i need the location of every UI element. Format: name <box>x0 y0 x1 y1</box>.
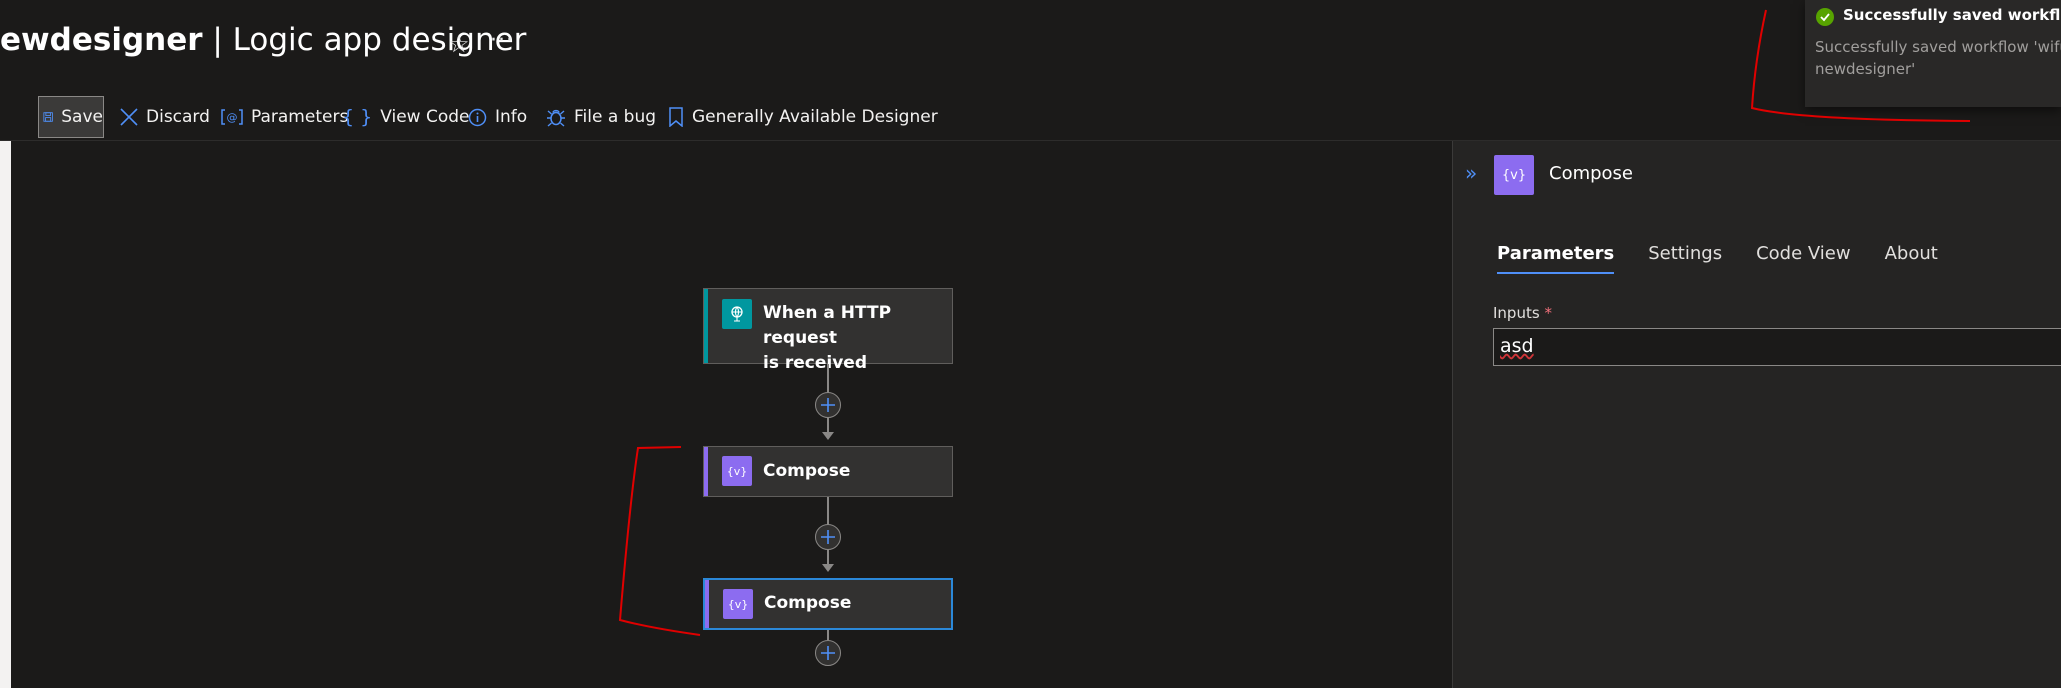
star-icon[interactable]: ☆ <box>448 30 470 58</box>
trigger-label-line1: When a HTTP request <box>763 303 892 348</box>
connector-arrow <box>822 564 834 572</box>
collapse-panel-icon[interactable]: » <box>1465 161 1477 185</box>
file-bug-button[interactable]: File a bug <box>546 96 656 138</box>
toast-title: Successfully saved workflow <box>1843 6 2061 24</box>
node-accent-bar <box>704 289 708 363</box>
compose-icon: {v} <box>722 456 752 486</box>
toolbar: Save Discard @ Parameters { } View Code … <box>0 96 2061 140</box>
braces-icon: { } <box>342 106 373 128</box>
inputs-label-text: Inputs <box>1493 304 1540 322</box>
inputs-field[interactable]: asd <box>1493 328 2061 366</box>
close-icon <box>120 108 138 126</box>
save-icon <box>43 112 53 122</box>
ga-designer-button[interactable]: Generally Available Designer <box>668 96 938 138</box>
page-title-bold: ewdesigner <box>0 22 203 58</box>
bug-icon <box>547 109 565 127</box>
plus-icon <box>821 398 835 412</box>
save-button[interactable]: Save <box>38 96 104 138</box>
plus-icon <box>821 530 835 544</box>
connector-arrow <box>822 432 834 440</box>
parameters-button[interactable]: @ Parameters <box>221 96 348 138</box>
page-title-rest: | Logic app designer <box>202 22 527 58</box>
http-trigger-node[interactable]: When a HTTP request is received <box>703 288 953 373</box>
left-scrollbar[interactable] <box>0 141 11 688</box>
svg-text:@: @ <box>227 111 238 124</box>
file-bug-label: File a bug <box>574 107 657 127</box>
toast-body: Successfully saved workflow 'wifun newde… <box>1815 38 2061 78</box>
bookmark-icon <box>669 107 683 127</box>
view-code-button[interactable]: { } View Code <box>342 96 470 138</box>
trigger-label-line2: is received <box>763 353 867 373</box>
more-icon[interactable]: ··· <box>490 28 514 53</box>
connector-line <box>827 630 829 640</box>
compose-icon: {v} <box>1494 155 1534 195</box>
inputs-label: Inputs * <box>1493 304 1552 322</box>
node-accent-bar <box>704 447 708 496</box>
add-step-button[interactable] <box>815 640 841 666</box>
plus-icon <box>821 646 835 660</box>
info-button[interactable]: Info <box>468 96 527 138</box>
designer-canvas[interactable]: When a HTTP request is received {v} Comp… <box>11 141 1451 688</box>
required-mark: * <box>1544 304 1552 322</box>
tab-parameters[interactable]: Parameters <box>1497 243 1615 274</box>
view-code-label: View Code <box>380 107 470 127</box>
save-label: Save <box>61 107 103 127</box>
compose-icon: {v} <box>723 589 753 619</box>
checkmark-icon <box>1816 8 1834 26</box>
info-label: Info <box>495 107 528 127</box>
inputs-value: asd <box>1500 335 1534 357</box>
success-toast: Successfully saved workflow Successfully… <box>1805 0 2061 107</box>
ga-designer-label: Generally Available Designer <box>692 107 938 127</box>
panel-title[interactable]: Compose <box>1549 163 1633 184</box>
compose-node[interactable]: {v} Compose <box>703 446 953 497</box>
tab-settings[interactable]: Settings <box>1648 243 1722 274</box>
tab-about[interactable]: About <box>1885 243 1938 274</box>
discard-label: Discard <box>146 107 210 127</box>
parameters-label: Parameters <box>251 107 349 127</box>
compose-label: Compose <box>763 461 851 481</box>
action-details-panel: » {v} Compose Parameters Settings Code V… <box>1452 141 2061 688</box>
compose-label: Compose <box>764 593 852 613</box>
node-accent-bar <box>705 580 709 628</box>
http-request-icon <box>722 299 752 329</box>
discard-button[interactable]: Discard <box>120 96 210 138</box>
parameters-icon: @ <box>221 109 243 125</box>
panel-tabs: Parameters Settings Code View About <box>1497 243 1972 274</box>
compose-node-selected[interactable]: {v} Compose <box>703 578 953 630</box>
trigger-label: When a HTTP request is received <box>763 301 952 376</box>
add-step-button[interactable] <box>815 392 841 418</box>
tab-code-view[interactable]: Code View <box>1756 243 1851 274</box>
info-icon <box>468 108 487 126</box>
add-step-button[interactable] <box>815 524 841 550</box>
